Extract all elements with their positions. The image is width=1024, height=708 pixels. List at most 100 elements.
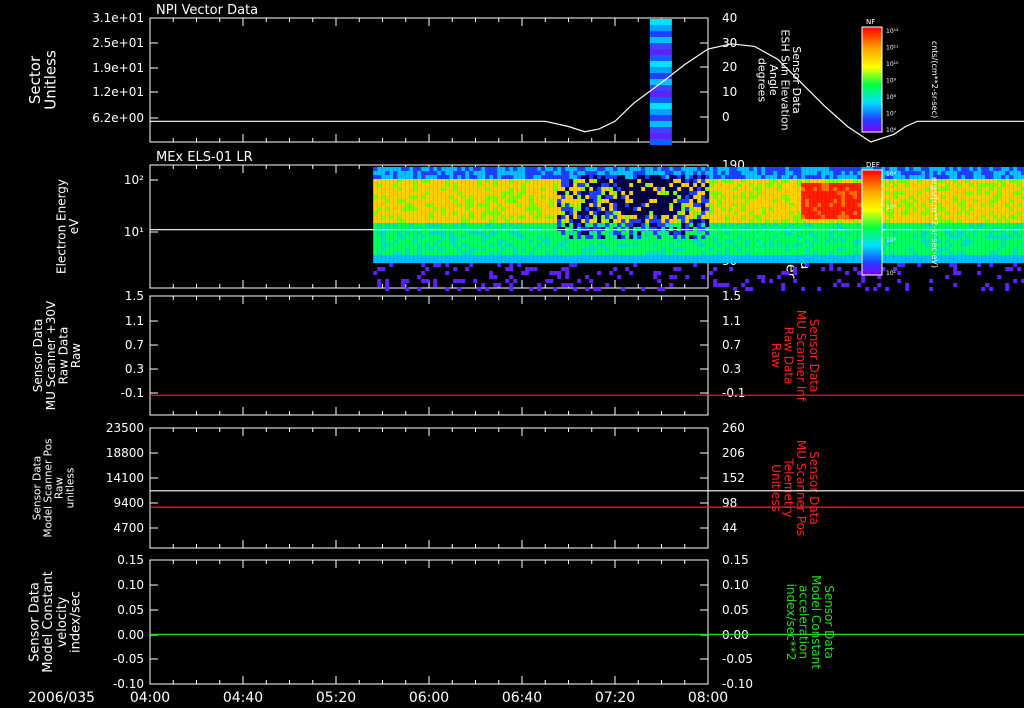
spectrogram-cell	[445, 199, 450, 203]
spectrogram-cell	[565, 227, 570, 231]
spectrogram-cell	[845, 167, 850, 171]
spectrogram-cell	[949, 175, 954, 179]
spectrogram-cell	[585, 167, 590, 171]
spectrogram-cell	[957, 259, 962, 263]
spectrogram-cell	[1009, 251, 1014, 255]
spectrogram-cell	[597, 215, 602, 219]
spectrogram-cell	[377, 247, 382, 251]
spectrogram-cell	[885, 183, 890, 187]
spectrogram-cell	[969, 255, 974, 259]
spectrogram-cell	[537, 215, 542, 219]
spectrogram-cell	[509, 247, 514, 251]
spectrogram-cell	[717, 195, 722, 199]
spectrogram-cell	[993, 203, 998, 207]
spectrogram-cell	[761, 251, 766, 255]
spectrogram-cell	[621, 247, 626, 251]
spectrogram-cell	[785, 255, 790, 259]
spectrogram-cell	[625, 251, 630, 255]
spectrogram-cell	[641, 175, 646, 179]
spectrogram-cell	[797, 183, 802, 187]
spectrogram-cell	[825, 243, 830, 247]
spectrogram-cell	[985, 251, 990, 255]
spectrogram-cell	[413, 255, 418, 259]
spectrogram-cell	[609, 247, 614, 251]
spectrogram-cell	[773, 171, 778, 175]
spectrogram-cell	[913, 227, 918, 231]
spectrogram-cell	[421, 219, 426, 223]
spectrogram-cell	[853, 199, 858, 203]
spectrogram-cell	[1013, 195, 1018, 199]
spectrogram-cell	[717, 219, 722, 223]
spectrogram-cell	[533, 195, 538, 199]
spectrogram-cell	[581, 219, 586, 223]
spectrogram-cell	[845, 227, 850, 231]
spectrogram-cell	[841, 207, 846, 211]
spectrogram-cell	[721, 259, 726, 263]
spectrogram-cell	[501, 231, 506, 235]
spectrogram-cell	[809, 195, 814, 199]
spectrogram-cell	[681, 219, 686, 223]
spectrogram-cell	[717, 179, 722, 183]
spectrogram-cell	[625, 171, 630, 175]
spectrogram-cell	[789, 199, 794, 203]
spectrogram-cell	[913, 235, 918, 239]
spectrogram-cell	[1013, 215, 1018, 219]
spectrogram-cell	[761, 187, 766, 191]
panel-frame	[149, 559, 709, 685]
spectrogram-cell	[485, 243, 490, 247]
spectrogram-cell	[1005, 195, 1010, 199]
spectrogram-cell	[661, 247, 666, 251]
spectrogram-cell	[741, 207, 746, 211]
spectrogram-cell	[409, 251, 414, 255]
spectrogram-cell	[465, 215, 470, 219]
spectrogram-cell	[481, 191, 486, 195]
spectrogram-cell	[457, 243, 462, 247]
spectrogram-cell	[537, 211, 542, 215]
spectrogram-cell	[705, 203, 710, 207]
spectrogram-cell	[505, 179, 510, 183]
spectrogram-cell	[553, 235, 558, 239]
spectrogram-cell	[553, 179, 558, 183]
spectrogram-cell	[593, 287, 598, 291]
spectrogram-cell	[641, 167, 646, 171]
spectrogram-cell	[769, 195, 774, 199]
spectrogram-cell	[573, 203, 578, 207]
spectrogram-cell	[845, 247, 850, 251]
spectrogram-cell	[889, 187, 894, 191]
spectrogram-cell	[977, 187, 982, 191]
spectrogram-cell	[649, 215, 654, 219]
colorbar-tick-label: 10¹⁰	[886, 61, 899, 68]
spectrogram-cell	[565, 223, 570, 227]
spectrogram-cell	[469, 203, 474, 207]
spectrogram-cell	[497, 259, 502, 263]
spectrogram-cell	[537, 251, 542, 255]
spectrogram-cell	[505, 251, 510, 255]
spectrogram-cell	[749, 255, 754, 259]
spectrogram-cell	[777, 183, 782, 187]
spectrogram-cell	[897, 215, 902, 219]
sector-strip-cell	[649, 37, 672, 43]
spectrogram-cell	[605, 183, 610, 187]
spectrogram-cell	[905, 195, 910, 199]
spectrogram-cell	[473, 223, 478, 227]
spectrogram-cell	[601, 211, 606, 215]
spectrogram-cell	[501, 187, 506, 191]
spectrogram-cell	[673, 223, 678, 227]
spectrogram-cell	[829, 211, 834, 215]
spectrogram-cell	[589, 239, 594, 243]
spectrogram-cell	[1005, 231, 1010, 235]
spectrogram-cell	[413, 227, 418, 231]
spectrogram-cell	[537, 231, 542, 235]
spectrogram-cell	[733, 211, 738, 215]
left-axis-label: Sensor DataModel Constantvelocityindex/s…	[28, 571, 84, 673]
spectrogram-cell	[821, 227, 826, 231]
spectrogram-cell	[473, 259, 478, 263]
spectrogram-cell	[521, 239, 526, 243]
spectrogram-cell	[553, 171, 558, 175]
spectrogram-cell	[461, 195, 466, 199]
spectrogram-cell	[609, 179, 614, 183]
spectrogram-cell	[853, 207, 858, 211]
spectrogram-cell	[517, 215, 522, 219]
spectrogram-cell	[805, 227, 810, 231]
spectrogram-cell	[457, 183, 462, 187]
